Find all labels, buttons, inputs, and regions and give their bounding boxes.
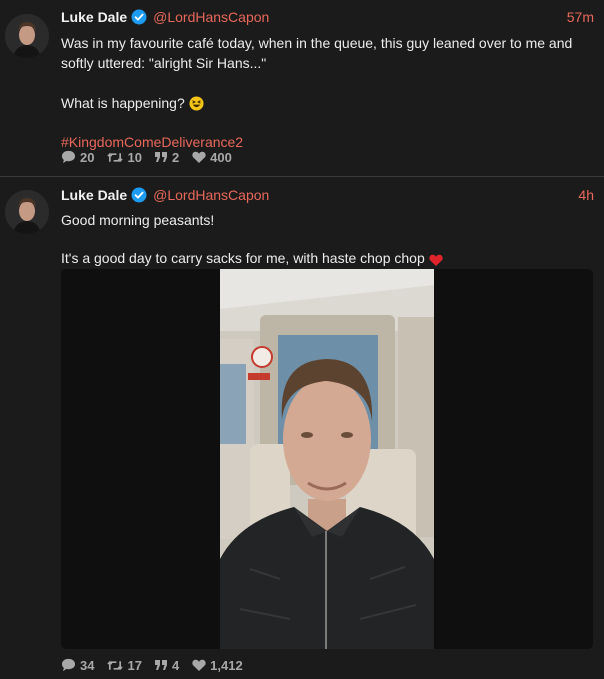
tweet-media[interactable]: [61, 269, 593, 649]
like-count: 400: [210, 149, 232, 165]
tweet-header: Luke Dale @LordHansCapon 4h: [61, 187, 594, 207]
quote-count: 4: [171, 657, 180, 673]
tweet-line: Good morning peasants!: [61, 212, 215, 228]
tweet-stats: 34 17 4 1,412: [61, 656, 256, 674]
verified-badge-icon: [131, 9, 147, 28]
author-handle[interactable]: @LordHansCapon: [153, 9, 269, 25]
reply-button[interactable]: 34: [61, 658, 94, 673]
avatar-image: [5, 14, 49, 58]
like-count: 1,412: [210, 657, 243, 673]
avatar-image: [5, 190, 49, 234]
author-handle[interactable]: @LordHansCapon: [153, 187, 269, 203]
verified-badge-icon: [131, 187, 147, 206]
retweet-button[interactable]: 17: [107, 657, 142, 673]
retweet-icon: [107, 152, 124, 162]
grinning-squint-emoji-icon: [189, 96, 204, 116]
reply-icon: [61, 150, 76, 164]
like-button[interactable]: 1,412: [192, 658, 243, 673]
tweet-line-wrapper: What is happening?: [61, 93, 586, 116]
selfie-photo[interactable]: [220, 269, 434, 649]
photo-image: [220, 269, 434, 649]
retweet-button[interactable]: 10: [107, 149, 142, 165]
tweet[interactable]: Luke Dale @LordHansCapon 4h Good morning …: [0, 177, 604, 679]
author-name[interactable]: Luke Dale: [61, 187, 127, 203]
reply-count: 34: [80, 657, 95, 673]
reply-button[interactable]: 20: [61, 150, 94, 165]
author-name[interactable]: Luke Dale: [61, 9, 127, 25]
reply-count: 20: [80, 149, 95, 165]
quote-button[interactable]: 2: [154, 149, 180, 165]
quote-icon: [154, 659, 167, 670]
quote-icon: [154, 151, 167, 162]
tweet[interactable]: Luke Dale @LordHansCapon 57m Was in my fa…: [0, 0, 604, 177]
red-heart-emoji-icon: [429, 251, 443, 271]
tweet-line: It's a good day to carry sacks for me, w…: [61, 250, 425, 266]
like-icon: [192, 151, 206, 163]
retweet-icon: [107, 660, 124, 670]
tweet-line: Was in my favourite café today, when in …: [61, 35, 573, 71]
quote-button[interactable]: 4: [154, 657, 180, 673]
like-button[interactable]: 400: [192, 150, 232, 165]
avatar[interactable]: [5, 14, 49, 58]
tweet-line-wrapper: It's a good day to carry sacks for me, w…: [61, 248, 586, 271]
retweet-count: 17: [127, 657, 142, 673]
tweet-text: Was in my favourite café today, when in …: [61, 33, 586, 152]
tweet-text: Good morning peasants! It's a good day t…: [61, 210, 586, 271]
tweet-time[interactable]: 57m: [567, 9, 594, 25]
reply-icon: [61, 658, 76, 672]
avatar[interactable]: [5, 190, 49, 234]
like-icon: [192, 659, 206, 671]
quote-count: 2: [171, 149, 180, 165]
tweet-time[interactable]: 4h: [578, 187, 594, 203]
tweet-stats: 20 10 2 400: [61, 148, 245, 166]
retweet-count: 10: [127, 149, 142, 165]
tweet-line: What is happening?: [61, 95, 185, 111]
tweet-header: Luke Dale @LordHansCapon 57m: [61, 9, 594, 29]
